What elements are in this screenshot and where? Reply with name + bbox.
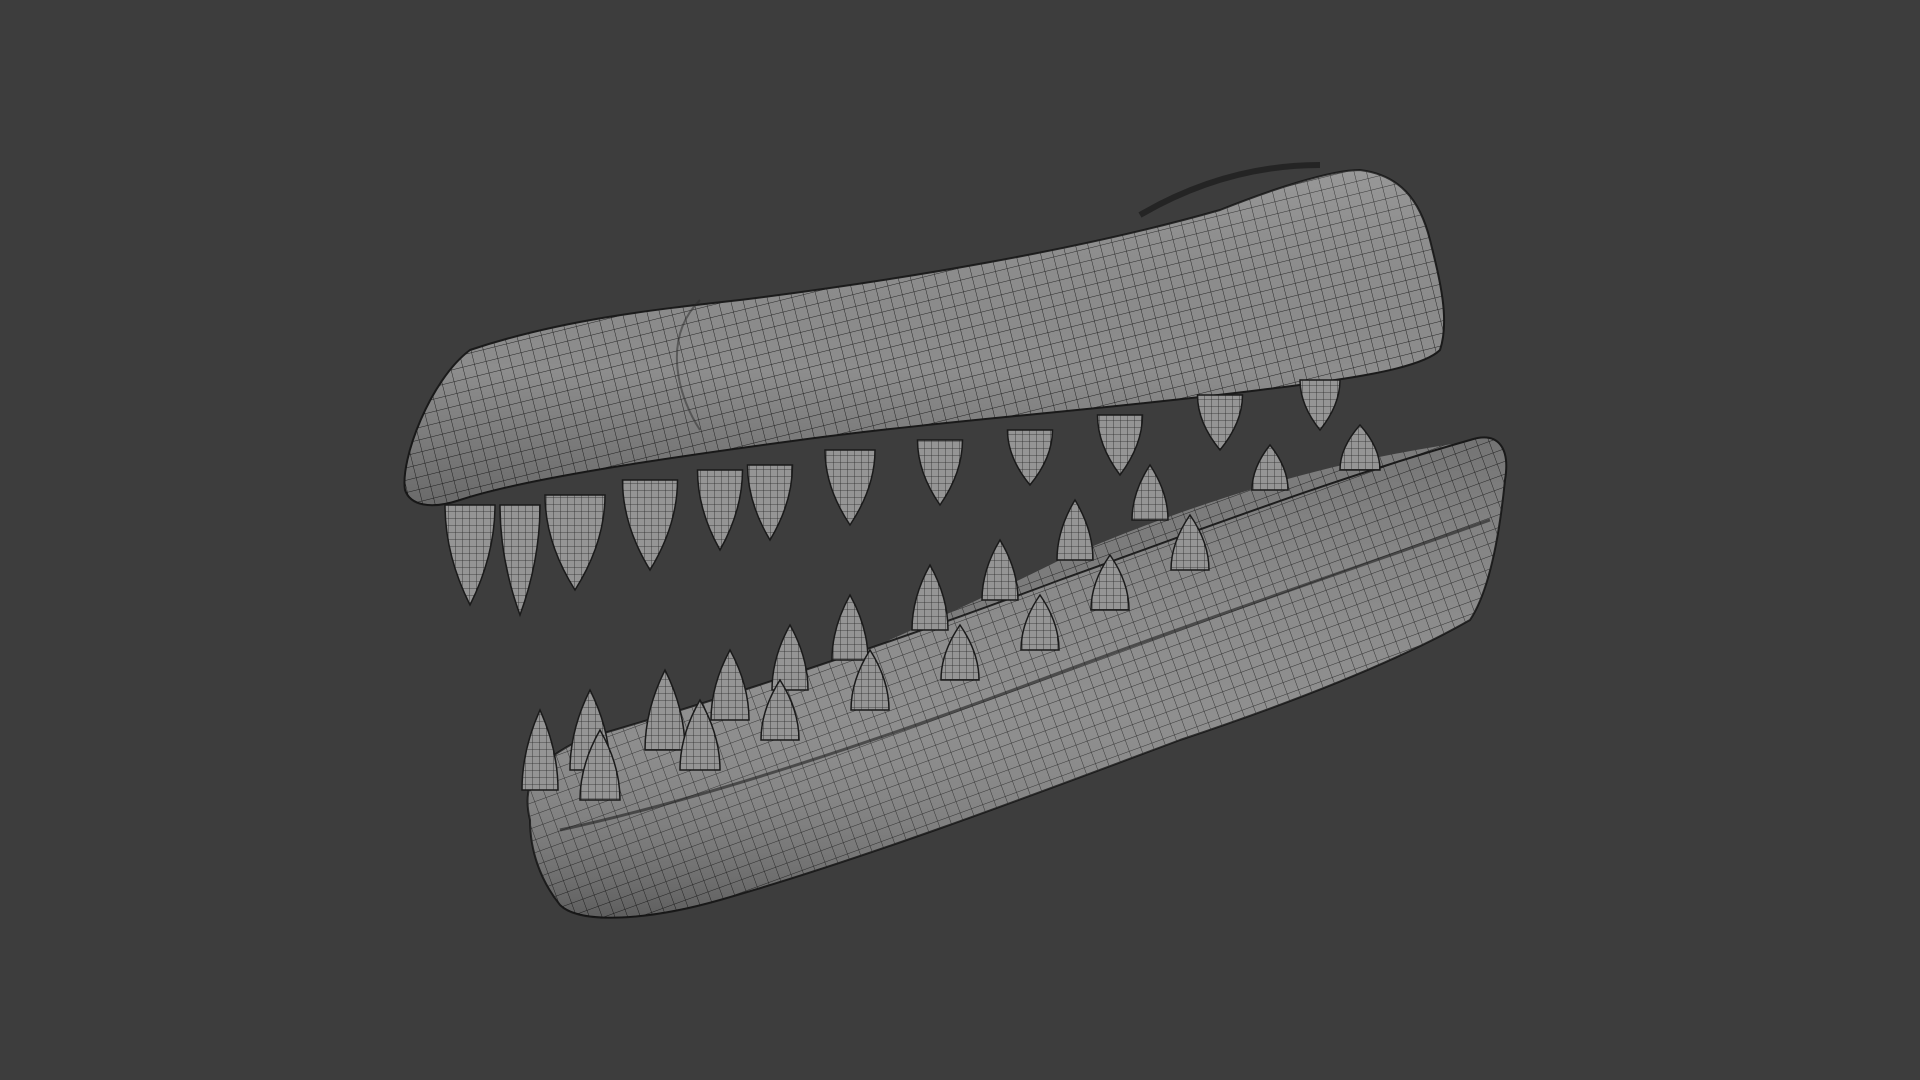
- upper-tooth-3: [544, 494, 606, 592]
- upper-tooth-6: [746, 464, 794, 542]
- upper-tooth-9: [1006, 429, 1054, 487]
- lower-tooth-1: [521, 708, 559, 791]
- lower-tooth-9: [1056, 498, 1094, 561]
- lower-tooth-7: [911, 563, 949, 631]
- 3d-viewport[interactable]: [0, 0, 1920, 1080]
- upper-tooth-11: [1196, 394, 1244, 452]
- upper-tooth-7: [824, 449, 876, 527]
- upper-tooth-12: [1299, 379, 1341, 432]
- lower-tooth-8: [981, 538, 1019, 601]
- lower-tooth-4: [710, 648, 750, 721]
- model-render[interactable]: [0, 0, 1920, 1080]
- lower-tooth-12: [1339, 423, 1381, 471]
- lower-tooth-11: [1251, 443, 1289, 491]
- upper-tooth-4: [621, 479, 679, 572]
- upper-tooth-2: [499, 504, 541, 618]
- lower-tooth-3: [644, 668, 686, 751]
- upper-tooth-5: [696, 469, 744, 552]
- upper-tooth-10: [1096, 414, 1144, 477]
- lower-tooth-6: [831, 593, 869, 661]
- lower-tooth-5: [771, 623, 809, 691]
- lower-tooth-10: [1131, 463, 1169, 521]
- upper-tooth-8: [916, 439, 964, 507]
- upper-tooth-1: [444, 504, 496, 607]
